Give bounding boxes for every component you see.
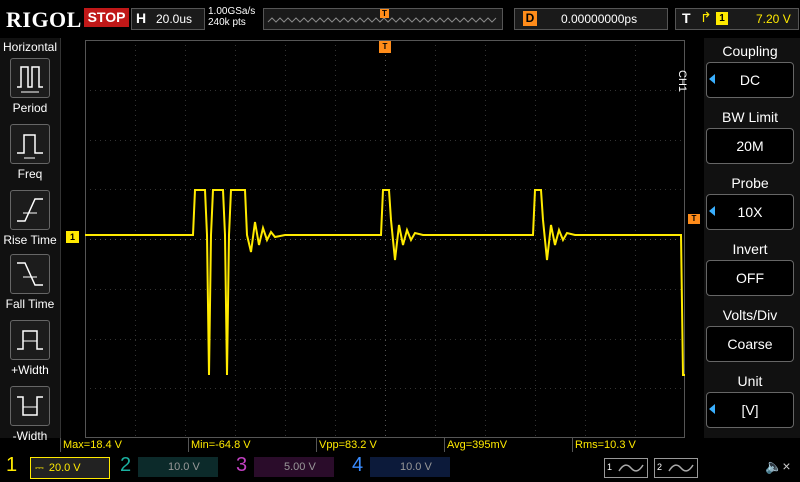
delay-box[interactable]: D 0.00000000ps <box>514 8 668 30</box>
menu-negative-width-label: -Width <box>12 429 48 443</box>
left-arrow-icon <box>709 206 715 216</box>
menu-coupling[interactable]: Coupling DC <box>704 40 796 102</box>
menu-negative-width[interactable]: -Width <box>0 386 60 448</box>
measurement-min[interactable]: Min=-64.8 V <box>188 438 315 452</box>
channel-menu-label: CH1 <box>676 70 688 93</box>
trigger-level-marker[interactable]: T <box>688 214 700 224</box>
menu-positive-width[interactable]: +Width <box>0 320 60 382</box>
menu-fall-time-label: Fall Time <box>5 297 55 311</box>
ch3-scale: 5.00 V <box>284 461 316 473</box>
menu-period-label: Period <box>12 101 48 115</box>
brand-logo: RIGOL <box>6 7 82 32</box>
unit-value: [V] <box>706 392 794 428</box>
ch1-coupling-icon: ⎓ <box>35 462 44 474</box>
speaker-muted-icon[interactable]: 🔈× <box>765 458 791 475</box>
sample-info: 1.00GSa/s 240k pts <box>208 6 255 28</box>
generator-2-button[interactable]: 2 <box>654 458 698 478</box>
menu-positive-width-label: +Width <box>11 363 49 377</box>
ch1-scale: 20.0 V <box>48 462 81 474</box>
generator-1-label: 1 <box>607 462 613 472</box>
generator-2-label: 2 <box>657 462 663 472</box>
probe-value: 10X <box>706 194 794 230</box>
rising-edge-icon: ↱ <box>700 9 712 25</box>
delay-value: 0.00000000ps <box>561 12 638 26</box>
menu-period[interactable]: Period <box>0 58 60 120</box>
ch2-scale: 10.0 V <box>168 461 200 473</box>
period-icon <box>10 58 50 98</box>
measurement-avg[interactable]: Avg=395mV <box>444 438 571 452</box>
run-stop-status[interactable]: STOP <box>84 8 129 27</box>
menu-fall-time[interactable]: Fall Time <box>0 254 60 316</box>
trigger-label: T <box>682 10 691 26</box>
timebase-box[interactable]: H 20.0us <box>131 8 205 30</box>
bw-limit-title: BW Limit <box>704 106 796 128</box>
menu-volts-div[interactable]: Volts/Div Coarse <box>704 304 796 366</box>
probe-title: Probe <box>704 172 796 194</box>
ch4-scale: 10.0 V <box>400 461 432 473</box>
left-arrow-icon <box>709 404 715 414</box>
timebase-value: 20.0us <box>156 12 193 26</box>
generator-1-button[interactable]: 1 <box>604 458 648 478</box>
menu-bw-limit[interactable]: BW Limit 20M <box>704 106 796 168</box>
ch2-number[interactable]: 2 <box>120 454 131 477</box>
sample-rate: 1.00GSa/s <box>208 6 256 17</box>
channel-status-bar: 1 ⎓ 20.0 V 2 10.0 V 3 5.00 V 4 10.0 V 1 … <box>0 452 800 480</box>
frequency-icon <box>10 124 50 164</box>
ch1-number[interactable]: 1 <box>6 454 17 477</box>
trigger-time-marker[interactable]: T <box>379 41 391 53</box>
volts-div-title: Volts/Div <box>704 304 796 326</box>
left-menu-title: Horizontal <box>2 40 58 54</box>
coupling-title: Coupling <box>704 40 796 62</box>
bw-limit-value: 20M <box>706 128 794 164</box>
ch4-scale-box[interactable]: 10.0 V <box>370 457 450 477</box>
menu-rise-time-label: Rise Time <box>3 233 57 247</box>
trigger-box[interactable]: T ↱ 1 7.20 V <box>675 8 799 30</box>
ch1-waveform-trace <box>85 189 685 376</box>
menu-freq-label: Freq <box>17 167 43 181</box>
unit-title: Unit <box>704 370 796 392</box>
memory-depth: 240k pts <box>208 17 246 28</box>
left-arrow-icon <box>709 74 715 84</box>
measurement-vpp[interactable]: Vpp=83.2 V <box>316 438 443 452</box>
waveform-display[interactable] <box>85 40 685 438</box>
positive-width-icon <box>10 320 50 360</box>
trigger-level: 7.20 V <box>756 12 791 26</box>
measurement-rms[interactable]: Rms=10.3 V <box>572 438 699 452</box>
trigger-position-marker: T <box>380 9 389 18</box>
fall-time-icon <box>10 254 50 294</box>
ch3-scale-box[interactable]: 5.00 V <box>254 457 334 477</box>
trigger-source: 1 <box>716 12 728 25</box>
invert-value: OFF <box>706 260 794 296</box>
invert-title: Invert <box>704 238 796 260</box>
ch3-number[interactable]: 3 <box>236 454 247 477</box>
menu-freq[interactable]: Freq <box>0 124 60 186</box>
delay-label: D <box>523 11 537 26</box>
ch4-number[interactable]: 4 <box>352 454 363 477</box>
ch1-scale-box[interactable]: ⎓ 20.0 V <box>30 457 110 479</box>
menu-invert[interactable]: Invert OFF <box>704 238 796 300</box>
menu-rise-time[interactable]: Rise Time <box>0 190 60 252</box>
negative-width-icon <box>10 386 50 426</box>
rise-time-icon <box>10 190 50 230</box>
ch2-scale-box[interactable]: 10.0 V <box>138 457 218 477</box>
volts-div-value: Coarse <box>706 326 794 362</box>
ch1-offset-marker[interactable]: 1 <box>66 231 79 243</box>
timebase-label: H <box>136 10 147 26</box>
measurement-max[interactable]: Max=18.4 V <box>60 438 187 452</box>
menu-unit[interactable]: Unit [V] <box>704 370 796 432</box>
grid-lines <box>85 40 685 438</box>
menu-probe[interactable]: Probe 10X <box>704 172 796 234</box>
coupling-value: DC <box>706 62 794 98</box>
measurement-bar: Max=18.4 V Min=-64.8 V Vpp=83.2 V Avg=39… <box>60 438 700 452</box>
